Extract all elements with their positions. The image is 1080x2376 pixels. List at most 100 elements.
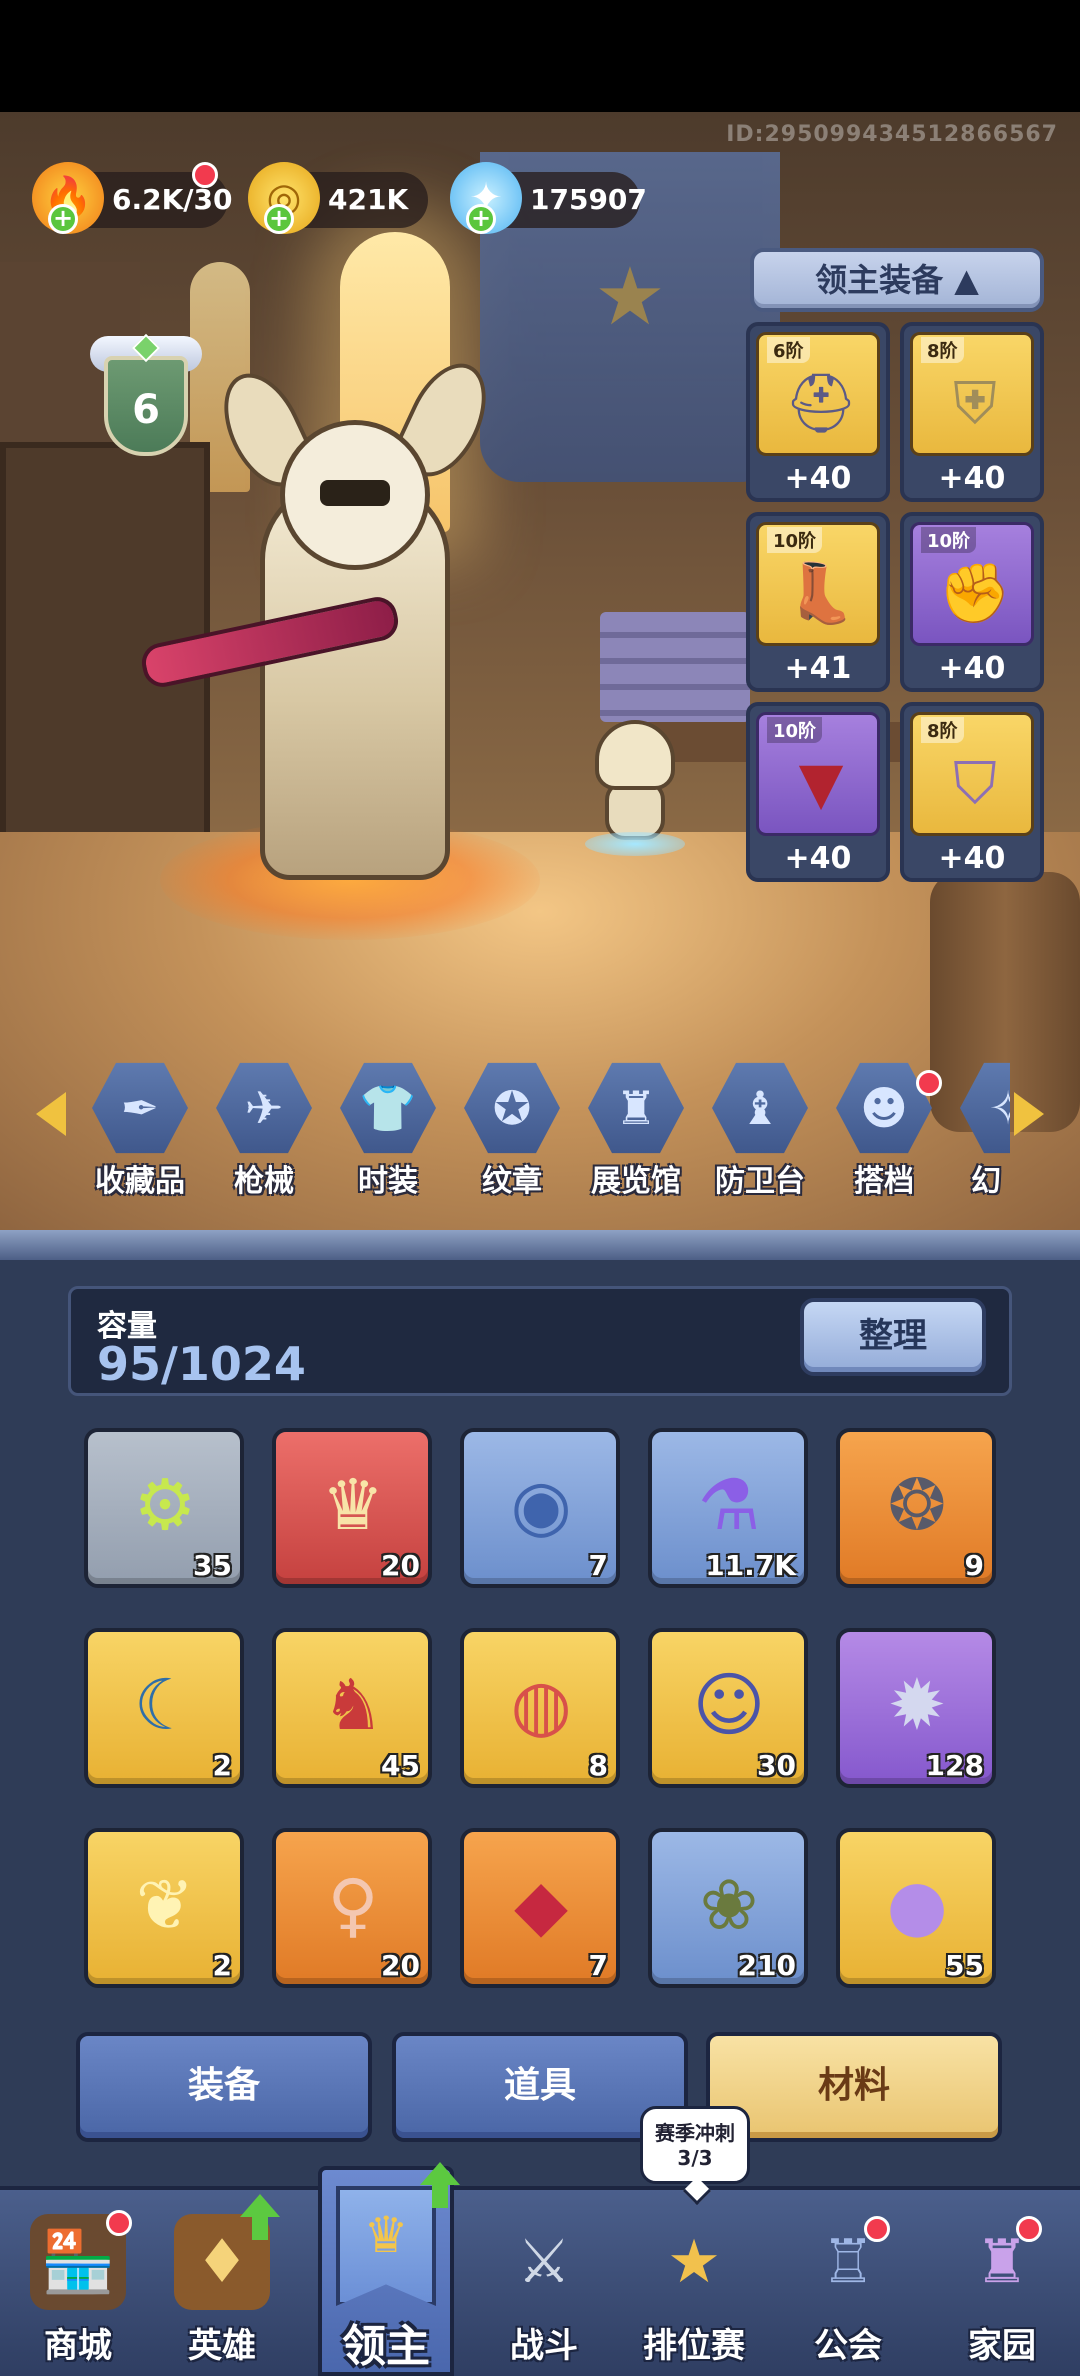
stamina-notification-dot [192,162,218,188]
category-label: 时装 [358,1164,418,1199]
nav-label: 商城 [44,2326,112,2366]
nav-home[interactable]: ♜ 家园 [932,2196,1072,2376]
scene-books [600,612,750,722]
tab-materials[interactable]: 材料 [706,2032,1002,2142]
item-count: 2 [212,1749,232,1782]
add-stamina-icon[interactable]: + [48,204,78,234]
bag-item[interactable]: ✹ 128 [836,1628,996,1788]
item-count: 55 [945,1949,984,1982]
knight-shard-icon: ♞ [321,1664,385,1746]
outfit-icon: 👕 [359,1081,417,1135]
equip-bonus: +40 [938,841,1006,876]
nav-label: 公会 [814,2326,882,2366]
nav-guild[interactable]: ♖ 公会 [778,2196,918,2376]
bag-item[interactable]: ♀ 20 [272,1828,432,1988]
status-bar-area [0,0,1080,112]
equip-bonus: +40 [784,461,852,496]
equip-slot-leg-armor[interactable]: 8阶 ⛉ +40 [900,702,1044,882]
leg-armor-icon: ⛉ [953,749,997,817]
potion-icon: ⚗ [697,1464,761,1546]
category-label: 收藏品 [95,1164,185,1199]
gem-bracelet-icon: ❂ [887,1464,947,1546]
girl-shard-icon: ♀ [327,1864,379,1946]
bag-item[interactable]: ◆ 7 [460,1828,620,1988]
category-emblems[interactable]: ✪ 纹章 [454,1060,564,1200]
season-sprint-tooltip[interactable]: 赛季冲刺 3/3 [640,2106,750,2206]
category-collectibles[interactable]: ✒ 收藏品 [82,1060,192,1200]
bag-item[interactable]: ❀ 210 [648,1828,808,1988]
bag-item[interactable]: ◉ 7 [460,1428,620,1588]
equip-slot-armor[interactable]: 8阶 ⛨ +40 [900,322,1044,502]
nav-label: 排位赛 [643,2326,745,2366]
item-count: 20 [381,1549,420,1582]
bag-item[interactable]: ❦ 2 [84,1828,244,1988]
bag-item[interactable]: ⚗ 11.7K [648,1428,808,1588]
pet-platform [585,832,685,856]
equip-bonus: +41 [784,651,852,686]
ranked-icon: ★ [667,2227,721,2297]
bag-item[interactable]: ☾ 2 [84,1628,244,1788]
lord-equipment-toggle[interactable]: 领主装备 ▲ [750,248,1044,312]
equip-bonus: +40 [784,841,852,876]
lord-level-badge[interactable]: 6 [90,333,202,460]
add-crystal-icon[interactable]: + [466,204,496,234]
category-label: 搭档 [854,1164,914,1199]
nav-label: 家园 [968,2326,1036,2366]
token-icon: ◍ [510,1664,572,1746]
nav-label: 战斗 [510,2326,578,2366]
category-outfits[interactable]: 👕 时装 [330,1060,440,1200]
tab-equipment[interactable]: 装备 [76,2032,372,2142]
bag-item[interactable]: ♞ 45 [272,1628,432,1788]
equip-slot-helmet[interactable]: 6阶 ⛑ +40 [746,322,890,502]
boots-icon: 👢 [784,559,858,627]
item-count: 210 [737,1949,796,1982]
sort-button[interactable]: 整理 [800,1298,986,1376]
category-illusion[interactable]: ✧ 幻 [950,1060,1010,1200]
lord-character[interactable] [138,350,560,960]
nav-ranked[interactable]: ★ 排位赛 [624,2196,764,2376]
bag-item[interactable]: ⚙ 35 [84,1428,244,1588]
nav-label: 领主 [342,2321,430,2372]
bag-item[interactable]: ● 55 [836,1828,996,1988]
item-count: 2 [212,1949,232,1982]
equip-slot-boots[interactable]: 10阶 👢 +41 [746,512,890,692]
category-defense-tower[interactable]: ♝ 防卫台 [702,1060,812,1200]
nav-heroes[interactable]: ♦ 英雄 [152,2196,292,2376]
add-gold-icon[interactable]: + [264,204,294,234]
player-id: ID:295099434512866567 [726,122,1058,147]
item-count: 8 [588,1749,608,1782]
gold-value: 421K [328,183,409,216]
hero-shard-icon: ♛ [321,1464,385,1546]
museum-icon: ♜ [615,1081,657,1135]
equip-tier: 6阶 [767,337,810,363]
crystal-counter[interactable]: ✦ + 175907 [450,162,647,234]
battle-icon: ⚔ [517,2227,571,2297]
item-count: 7 [588,1949,608,1982]
pearl-shell-icon: ● [886,1864,948,1946]
equip-bonus: +40 [938,461,1006,496]
nav-battle[interactable]: ⚔ 战斗 [474,2196,614,2376]
partner-pet[interactable] [585,720,685,860]
category-label: 幻 [971,1164,1001,1199]
season-sprint-title: 赛季冲刺 [655,2121,735,2145]
pet-head [595,720,675,790]
item-count: 45 [381,1749,420,1782]
item-count: 11.7K [705,1549,796,1582]
season-sprint-progress: 3/3 [677,2146,713,2170]
equip-slot-gauntlet[interactable]: 10阶 ✊ +40 [900,512,1044,692]
bag-item[interactable]: ◍ 8 [460,1628,620,1788]
guild-notification-dot [864,2216,890,2242]
armor-icon: ⛨ [953,369,997,437]
equip-slot-cape[interactable]: 10阶 ▼ +40 [746,702,890,882]
category-museum[interactable]: ♜ 展览馆 [578,1060,688,1200]
home-notification-dot [1016,2216,1042,2242]
bag-item[interactable]: ♛ 20 [272,1428,432,1588]
bag-item[interactable]: ☺ 30 [648,1628,808,1788]
bag-item[interactable]: ❂ 9 [836,1428,996,1588]
emblem-icon: ✪ [492,1081,532,1135]
category-guns[interactable]: ✈ 枪械 [206,1060,316,1200]
nav-label: 英雄 [188,2326,256,2366]
gold-counter[interactable]: ◎ + 421K [248,162,428,234]
item-count: 9 [964,1549,984,1582]
gauntlet-icon: ✊ [938,559,1012,627]
